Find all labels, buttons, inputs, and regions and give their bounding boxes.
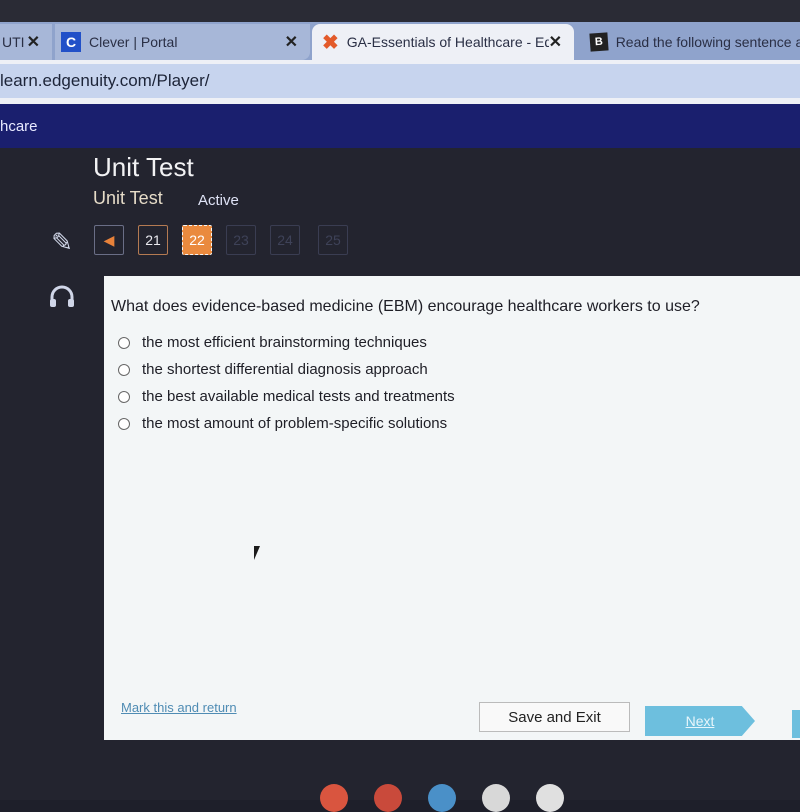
browser-tab-edgenuity[interactable]: ✖ GA-Essentials of Healthcare - Ed ✕: [312, 24, 574, 60]
close-icon[interactable]: ✕: [27, 32, 40, 52]
close-icon[interactable]: ✕: [549, 32, 562, 52]
drive-icon[interactable]: [428, 784, 456, 812]
answer-option[interactable]: the most efficient brainstorming techniq…: [118, 334, 427, 351]
headphones-icon[interactable]: [42, 276, 82, 316]
browser-tab-brainly[interactable]: B Read the following sentence a: [578, 24, 800, 60]
answer-option[interactable]: the best available medical tests and tre…: [118, 388, 455, 405]
previous-question-button[interactable]: ◀: [94, 225, 124, 255]
radio-button[interactable]: [118, 417, 130, 430]
question-text: What does evidence-based medicine (EBM) …: [111, 298, 700, 315]
app-icon[interactable]: [536, 784, 564, 812]
address-bar: learn.edgenuity.com/Player/: [0, 60, 800, 104]
browser-tab-strip: UTI ✕ C Clever | Portal ✕ ✖ GA-Essential…: [0, 0, 800, 60]
next-button[interactable]: Next: [645, 706, 755, 736]
gmail-icon[interactable]: [374, 784, 402, 812]
side-button[interactable]: [792, 710, 800, 738]
question-25-button: 25: [318, 225, 348, 255]
edgenuity-logo-icon: ✖: [322, 31, 339, 54]
course-name[interactable]: hcare: [0, 118, 38, 135]
tab-strip-top: [0, 0, 800, 22]
pencil-icon[interactable]: ✎: [42, 222, 82, 262]
activity-name: Unit Test: [93, 188, 163, 208]
brainly-logo-icon: B: [589, 32, 609, 52]
radio-button[interactable]: [118, 363, 130, 376]
question-24-button: 24: [270, 225, 300, 255]
tab-title: UTI: [2, 34, 25, 50]
question-22-button[interactable]: 22: [182, 225, 212, 255]
browser-tab-clever[interactable]: C Clever | Portal ✕: [55, 24, 310, 60]
question-23-button: 23: [226, 225, 256, 255]
tab-title: Read the following sentence a: [615, 34, 800, 50]
browser-tab-uti[interactable]: UTI ✕: [0, 24, 52, 60]
tab-title: Clever | Portal: [89, 34, 178, 50]
mouse-cursor-icon: [254, 546, 266, 560]
save-and-exit-button[interactable]: Save and Exit: [479, 702, 630, 732]
answer-label: the shortest differential diagnosis appr…: [142, 361, 428, 378]
answer-label: the best available medical tests and tre…: [142, 388, 455, 405]
tab-title: GA-Essentials of Healthcare - Ed: [346, 34, 549, 50]
mark-and-return-link[interactable]: Mark this and return: [121, 700, 237, 715]
app-icon[interactable]: [482, 784, 510, 812]
radio-button[interactable]: [118, 390, 130, 403]
close-icon[interactable]: ✕: [285, 32, 298, 52]
clever-logo-icon: C: [61, 32, 81, 52]
radio-button[interactable]: [118, 336, 130, 349]
url-input[interactable]: learn.edgenuity.com/Player/: [0, 64, 800, 98]
question-21-button[interactable]: 21: [138, 225, 168, 255]
answer-label: the most amount of problem-specific solu…: [142, 415, 448, 432]
taskbar-dock: [320, 784, 564, 812]
answer-option[interactable]: the most amount of problem-specific solu…: [118, 415, 447, 432]
answer-label: the most efficient brainstorming techniq…: [142, 334, 427, 351]
app-header: hcare: [0, 104, 800, 148]
answer-option[interactable]: the shortest differential diagnosis appr…: [118, 361, 428, 378]
chrome-icon[interactable]: [320, 784, 348, 812]
status-badge: Active: [198, 192, 239, 209]
page-title: Unit Test: [93, 152, 194, 182]
